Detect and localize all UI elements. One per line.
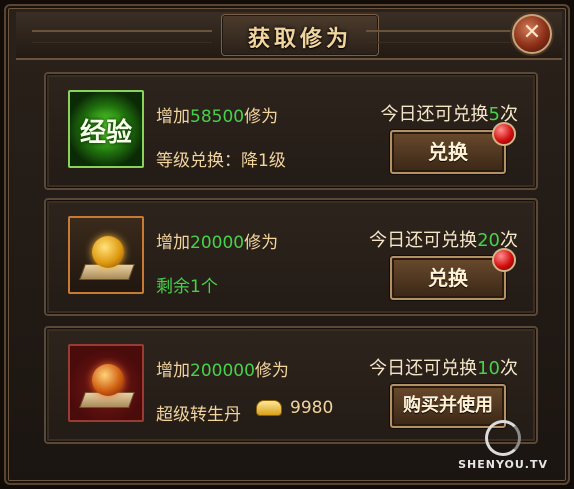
limit-text: 今日还可兑换10次 — [369, 358, 518, 379]
gold-ingot-icon — [256, 400, 282, 416]
fire-orb-icon — [68, 344, 144, 422]
gain-amount: 200000 — [190, 361, 255, 381]
title-ornament-left — [32, 30, 212, 43]
limit-count: 20 — [477, 230, 500, 251]
exchange-button[interactable]: 兑换 — [390, 256, 506, 300]
offer-panel-gold-orb: 增加20000修为 剩余1个 今日还可兑换20次 兑换 — [44, 198, 538, 316]
gain-text: 增加58500修为 — [156, 107, 279, 127]
close-button[interactable]: ✕ — [512, 14, 552, 54]
limit-count: 5 — [488, 104, 500, 125]
exchange-dialog: 获取修为 ✕ 经验 增加58500修为 等级兑换：降1级 今日还可兑换5次 兑换… — [4, 4, 570, 485]
close-icon: ✕ — [522, 20, 542, 45]
dialog-title: 获取修为 — [247, 27, 352, 52]
watermark: SHENYOU.TV — [458, 420, 548, 471]
watermark-logo-icon — [485, 420, 522, 456]
gain-amount: 20000 — [190, 233, 245, 253]
notification-dot-icon — [492, 122, 516, 146]
offer-panel-experience: 经验 增加58500修为 等级兑换：降1级 今日还可兑换5次 兑换 — [44, 72, 538, 190]
limit-count: 10 — [477, 358, 500, 379]
title-plate: 获取修为 — [221, 14, 379, 56]
limit-text: 今日还可兑换5次 — [380, 104, 518, 125]
cost-value: 9980 — [290, 398, 334, 418]
watermark-text: SHENYOU.TV — [458, 458, 548, 471]
fire-orb-sphere-icon — [92, 364, 124, 396]
cost: 9980 — [256, 398, 333, 418]
exchange-button[interactable]: 兑换 — [390, 130, 506, 174]
exp-icon-text: 经验 — [79, 118, 132, 148]
gold-orb-icon — [68, 216, 144, 294]
gold-orb-sphere-icon — [92, 236, 124, 268]
limit-text: 今日还可兑换20次 — [369, 230, 518, 251]
exp-book-icon: 经验 — [68, 90, 144, 168]
gain-text: 增加200000修为 — [156, 361, 289, 381]
remaining-text: 剩余1个 — [156, 277, 218, 297]
notification-dot-icon — [492, 248, 516, 272]
item-name: 超级转生丹 — [156, 405, 241, 425]
gain-text: 增加20000修为 — [156, 233, 279, 253]
sub-text: 等级兑换：降1级 — [156, 151, 286, 171]
titlebar: 获取修为 — [16, 12, 562, 60]
gain-amount: 58500 — [190, 107, 245, 127]
